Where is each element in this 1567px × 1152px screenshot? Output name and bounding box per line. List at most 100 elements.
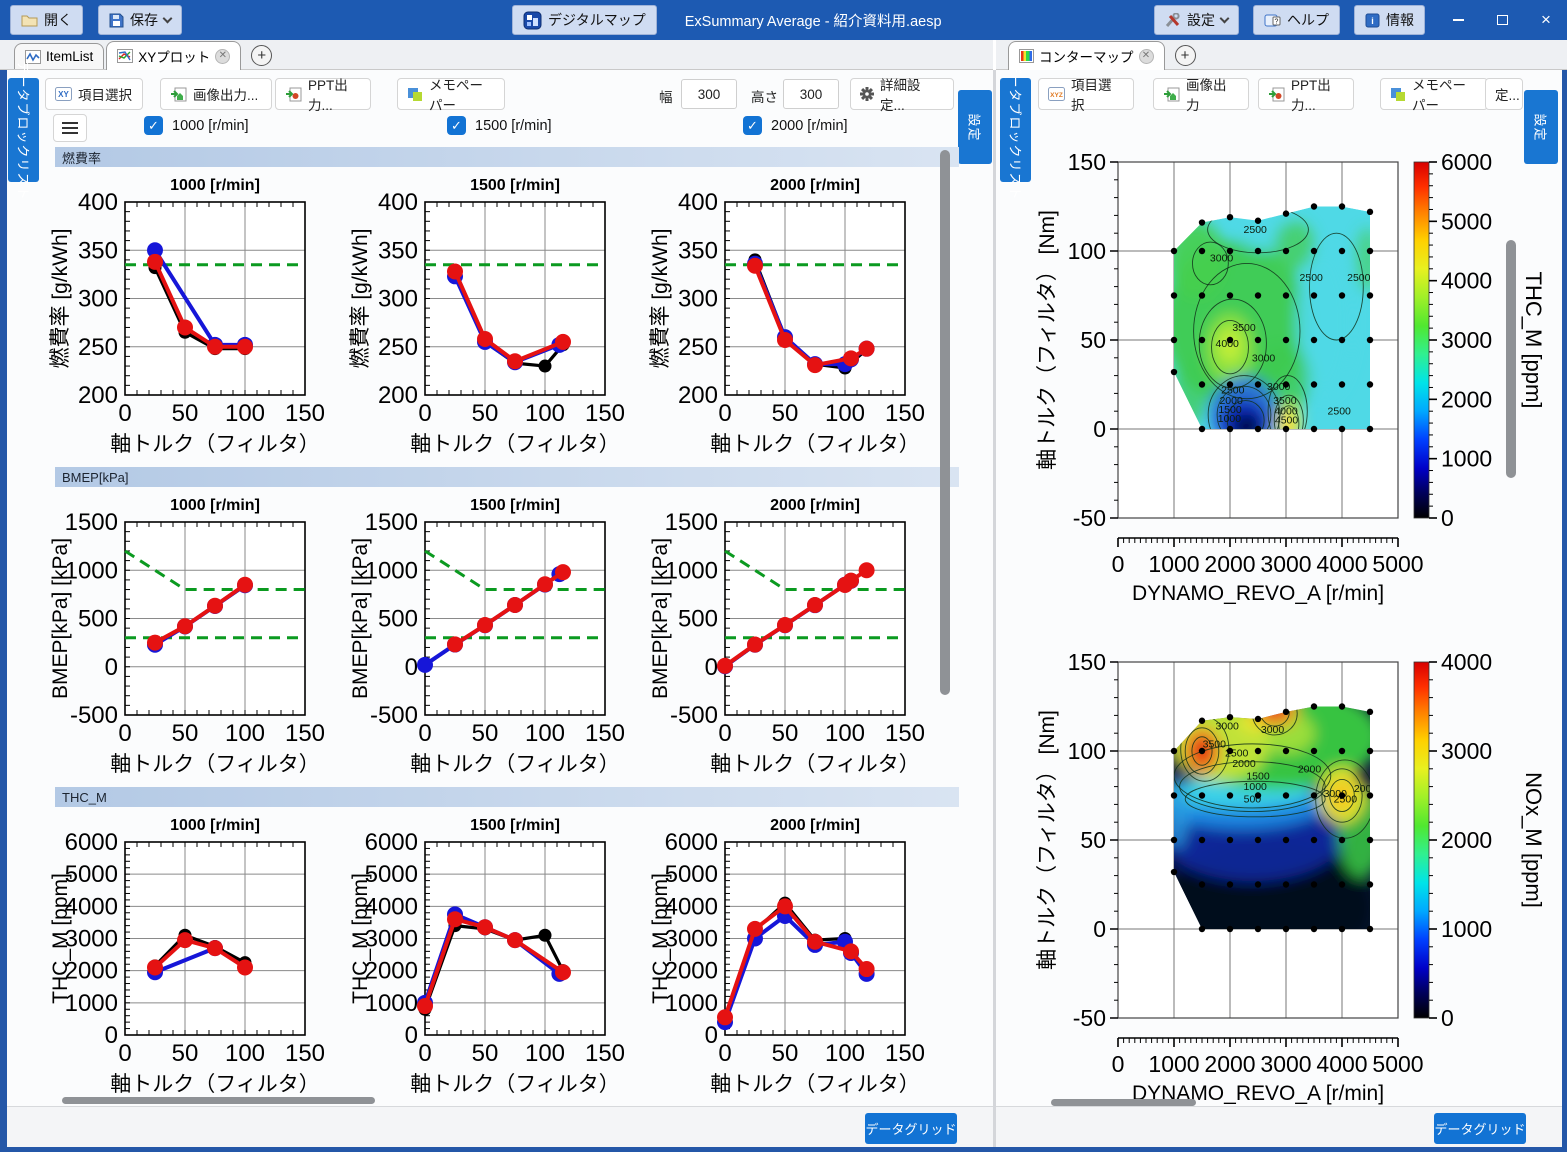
info-button[interactable]: i 情報: [1354, 5, 1425, 35]
contour-map-panel: データブロックリスト 設定 XYZ 項目選択 画像出力: [996, 70, 1567, 1147]
svg-text:燃費率 [g/kWh]: 燃費率 [g/kWh]: [649, 228, 672, 368]
tab-close-icon[interactable]: ✕: [215, 49, 230, 64]
svg-text:50: 50: [772, 720, 799, 747]
image-export-icon: [170, 87, 187, 102]
height-input[interactable]: [783, 79, 839, 109]
settings-side-tab[interactable]: 設定: [958, 90, 992, 164]
ppt-export-button[interactable]: PPT出力...: [275, 78, 371, 110]
width-input[interactable]: [681, 79, 737, 109]
svg-text:1500 [r/min]: 1500 [r/min]: [470, 817, 560, 834]
add-tab-button[interactable]: +: [251, 45, 272, 66]
svg-text:2000: 2000: [1298, 763, 1322, 775]
svg-text:400: 400: [378, 189, 418, 216]
digital-map-button[interactable]: デジタルマップ: [512, 5, 657, 35]
svg-text:400: 400: [678, 189, 718, 216]
svg-text:3500: 3500: [1232, 322, 1256, 334]
svg-text:3000: 3000: [1261, 724, 1285, 736]
svg-text:XY: XY: [58, 90, 69, 99]
item-select-button[interactable]: XY 項目選択: [45, 78, 143, 110]
left-bottom-bar: データグリッド: [7, 1106, 993, 1148]
svg-text:50: 50: [1080, 327, 1106, 353]
horizontal-scrollbar[interactable]: [62, 1097, 375, 1104]
template-button[interactable]: 定...: [1485, 78, 1523, 110]
svg-text:軸トルク（フィルタ）: 軸トルク（フィルタ）: [110, 433, 320, 456]
svg-text:軸トルク（フィルタ）: 軸トルク（フィルタ）: [110, 1073, 320, 1096]
section-header-2: THC_M: [55, 787, 959, 807]
data-grid-button[interactable]: データグリッド: [1434, 1113, 1526, 1144]
svg-text:2500: 2500: [1334, 794, 1358, 806]
tab-close-icon[interactable]: ✕: [1139, 49, 1154, 64]
settings-label: 設定: [1187, 10, 1215, 30]
detail-settings-button[interactable]: 詳細設定...: [850, 78, 954, 110]
menu-button[interactable]: [53, 114, 87, 142]
svg-text:100: 100: [825, 400, 865, 427]
svg-text:350: 350: [678, 237, 718, 264]
svg-text:BMEP[kPa] [kPa]: BMEP[kPa] [kPa]: [649, 538, 672, 699]
svg-text:50: 50: [472, 720, 499, 747]
save-label: 保存: [130, 10, 158, 30]
image-export-button[interactable]: 画像出力: [1153, 78, 1249, 110]
svg-text:DYNAMO_REVO_A [r/min]: DYNAMO_REVO_A [r/min]: [1132, 582, 1384, 605]
save-button[interactable]: 保存: [98, 5, 182, 35]
horizontal-scrollbar[interactable]: [1051, 1099, 1196, 1106]
svg-text:200: 200: [78, 382, 118, 409]
svg-text:軸トルク（フィルタ）: 軸トルク（フィルタ）: [410, 753, 620, 776]
data-block-list-tab[interactable]: データブロックリスト: [1000, 78, 1031, 182]
svg-text:4000: 4000: [365, 893, 418, 920]
checkbox-1500[interactable]: ✓ 1500 [r/min]: [447, 116, 552, 135]
ppt-export-button[interactable]: PPT出力...: [1258, 78, 1354, 110]
svg-text:3000: 3000: [1441, 738, 1492, 764]
data-block-list-tab[interactable]: データブロックリスト: [8, 78, 39, 182]
svg-text:XYZ: XYZ: [1050, 92, 1063, 99]
svg-text:3000: 3000: [65, 926, 118, 953]
svg-text:150: 150: [1068, 149, 1106, 175]
svg-text:軸トルク（フィルタ）: 軸トルク（フィルタ）: [710, 1073, 920, 1096]
svg-text:燃費率 [g/kWh]: 燃費率 [g/kWh]: [49, 228, 72, 368]
help-button[interactable]: ? ヘルプ: [1253, 5, 1340, 35]
checkbox-1000[interactable]: ✓ 1000 [r/min]: [144, 116, 249, 135]
svg-text:0: 0: [718, 1040, 731, 1067]
memo-paper-button[interactable]: メモペーパー: [397, 78, 505, 110]
height-label: 高さ: [751, 86, 778, 106]
svg-text:BMEP[kPa] [kPa]: BMEP[kPa] [kPa]: [349, 538, 372, 699]
svg-text:1500 [r/min]: 1500 [r/min]: [470, 177, 560, 194]
open-button[interactable]: 開く: [10, 5, 83, 35]
xy-chart-0-2: 2000 [r/min]050100150200250300350400軸トルク…: [645, 168, 945, 458]
close-button[interactable]: ×: [1531, 6, 1561, 34]
svg-text:3000: 3000: [665, 926, 718, 953]
svg-text:150: 150: [285, 720, 325, 747]
gear-icon: [860, 87, 874, 101]
svg-text:3000: 3000: [365, 926, 418, 953]
data-grid-button[interactable]: データグリッド: [865, 1113, 957, 1144]
add-tab-button[interactable]: +: [1175, 45, 1196, 66]
open-label: 開く: [44, 10, 72, 30]
tab-contourmap[interactable]: コンターマップ ✕: [1008, 41, 1165, 70]
svg-text:0: 0: [1093, 416, 1106, 442]
svg-text:150: 150: [885, 720, 925, 747]
svg-text:100: 100: [225, 400, 265, 427]
digital-map-icon: [523, 11, 542, 30]
vertical-scrollbar[interactable]: [940, 150, 950, 695]
svg-text:?: ?: [1275, 18, 1279, 25]
settings-button[interactable]: 設定: [1154, 5, 1239, 35]
item-select-button[interactable]: XYZ 項目選択: [1038, 78, 1134, 110]
checkbox-2000[interactable]: ✓ 2000 [r/min]: [743, 116, 848, 135]
svg-text:0: 0: [718, 400, 731, 427]
memo-paper-icon: [407, 87, 423, 102]
minimize-button[interactable]: [1443, 6, 1473, 34]
svg-text:1500: 1500: [65, 509, 118, 536]
vertical-scrollbar[interactable]: [1506, 240, 1516, 478]
chevron-down-icon: [163, 13, 173, 23]
svg-text:1500 [r/min]: 1500 [r/min]: [470, 497, 560, 514]
svg-text:NOx_M [ppm]: NOx_M [ppm]: [1521, 772, 1546, 908]
memo-paper-button[interactable]: メモペーパー: [1380, 78, 1488, 110]
tab-xyplot[interactable]: XYプロット ✕: [106, 41, 241, 70]
maximize-button[interactable]: [1487, 6, 1517, 34]
svg-text:50: 50: [172, 400, 199, 427]
svg-text:1000: 1000: [665, 557, 718, 584]
svg-text:150: 150: [285, 1040, 325, 1067]
svg-text:5000: 5000: [1372, 1051, 1423, 1077]
left-tab-bar: ItemList XYプロット ✕ +: [0, 40, 993, 70]
svg-text:5000: 5000: [1441, 208, 1492, 234]
image-export-button[interactable]: 画像出力...: [160, 78, 272, 110]
